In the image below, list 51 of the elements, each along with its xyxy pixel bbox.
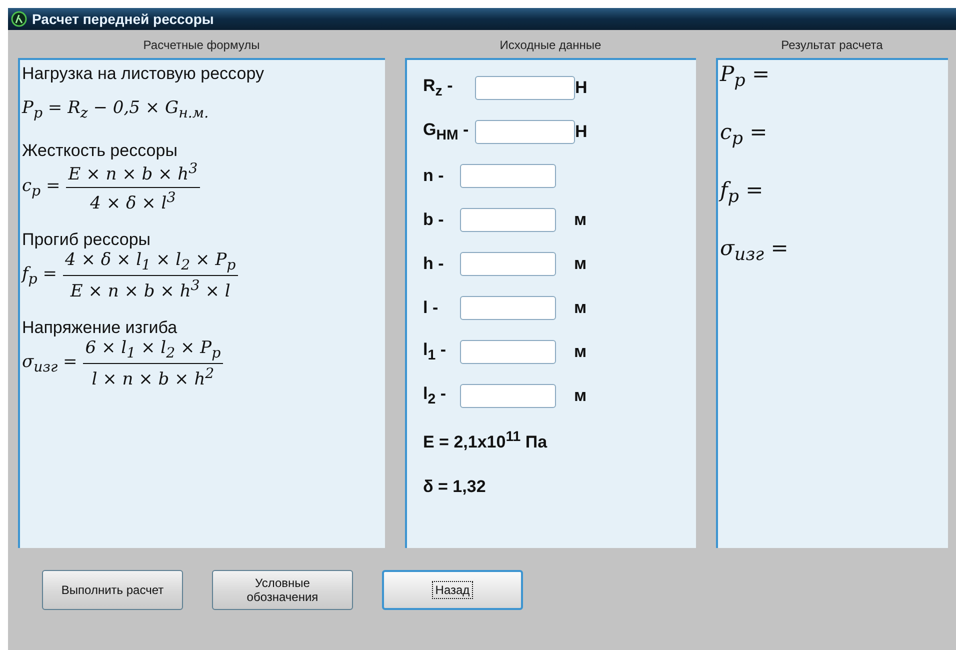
action-button[interactable]: Выполнить расчет [42, 570, 183, 610]
formula-denominator: E × n × b × h$^{3}$ × l [70, 277, 230, 302]
input-field[interactable] [460, 208, 556, 232]
input-field[interactable] [460, 252, 556, 276]
field-label: h - [423, 254, 445, 274]
formula-lhs: σ$_{изг}$ = [22, 352, 78, 376]
window-title: Расчет передней рессоры [32, 11, 214, 27]
field-label: n - [423, 166, 445, 186]
panel-header: Результат расчета [781, 38, 883, 52]
formula-numerator: E × n × b × h$^{3}$ [66, 161, 200, 188]
unit-label: м [574, 210, 587, 230]
input-field[interactable] [460, 296, 556, 320]
field-label: l$_{2}$ - [423, 384, 447, 408]
constant-value: δ = 1,32 [423, 477, 486, 497]
result-label: f$_{p}$ = [720, 178, 764, 210]
result-label: P$_{p}$ = [720, 62, 771, 94]
input-field[interactable] [475, 120, 575, 144]
constant-value: E = 2,1x10$^{11}$ Па [423, 429, 548, 453]
result-label: c$_{p}$ = [720, 120, 768, 152]
unit-label: Н [575, 78, 588, 98]
formula-caption: Напряжение изгиба [22, 318, 178, 338]
unit-label: м [574, 386, 587, 406]
formula-lhs: f$_{p}$ = [22, 264, 58, 288]
formula: P$_{p}$ = R$_{z}$ − 0,5 × G$_{н.м.}$ [22, 98, 210, 122]
field-label: l - [423, 298, 440, 318]
unit-label: м [574, 342, 587, 362]
formula-denominator: l × n × b × h$^{2}$ [92, 365, 214, 390]
formula-caption: Нагрузка на листовую рессору [22, 64, 265, 84]
formula-lhs: c$_{p}$ = [22, 176, 60, 200]
input-field[interactable] [460, 164, 556, 188]
field-label: R$_{z}$ - [423, 76, 454, 100]
unit-label: Н [575, 122, 588, 142]
lambda-icon [11, 11, 27, 27]
field-label: b - [423, 210, 445, 230]
result-label: σ$_{изг}$ = [720, 236, 790, 268]
input-field[interactable] [460, 384, 556, 408]
action-button[interactable]: Назад [382, 570, 523, 610]
formula-caption: Прогиб рессоры [22, 230, 152, 250]
input-field[interactable] [460, 340, 556, 364]
unit-label: м [574, 298, 587, 318]
unit-label: м [574, 254, 587, 274]
action-button[interactable]: Условные обозначения [212, 570, 353, 610]
panel-header: Расчетные формулы [143, 38, 260, 52]
formula-caption: Жесткость рессоры [22, 141, 178, 162]
formula-denominator: 4 × δ × l$^{3}$ [90, 189, 176, 214]
formula-numerator: 4 × δ × l$_{1}$ × l$_{2}$ × P$_{p}$ [63, 250, 238, 276]
input-field[interactable] [475, 76, 575, 100]
field-label: l$_{1}$ - [423, 340, 447, 364]
formula-numerator: 6 × l$_{1}$ × l$_{2}$ × P$_{p}$ [83, 338, 223, 364]
panel-header: Исходные данные [500, 38, 602, 52]
field-label: G$_{НМ}$ - [423, 120, 470, 144]
